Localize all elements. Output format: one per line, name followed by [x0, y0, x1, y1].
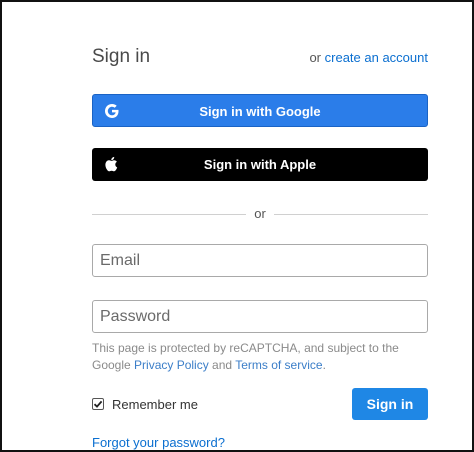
terms-of-service-link[interactable]: Terms of service: [235, 358, 322, 372]
remember-me-label: Remember me: [112, 396, 198, 412]
login-window: Sign in or create an account Sign in wit…: [0, 0, 474, 452]
remember-me-checkbox[interactable]: [92, 398, 104, 410]
signin-panel: Sign in or create an account Sign in wit…: [92, 2, 428, 450]
apple-logo-icon: [102, 155, 120, 173]
apple-signin-label: Sign in with Apple: [203, 157, 317, 172]
password-field[interactable]: [92, 300, 428, 333]
page-title: Sign in: [92, 46, 151, 67]
privacy-policy-link[interactable]: Privacy Policy: [134, 358, 209, 372]
divider-line-right: [274, 214, 428, 215]
recaptcha-notice: This page is protected by reCAPTCHA, and…: [92, 340, 428, 374]
create-account-prompt: or create an account: [309, 50, 428, 65]
notice-and: and: [208, 358, 236, 372]
or-divider: or: [92, 206, 428, 222]
forgot-password-link[interactable]: Forgot your password?: [92, 435, 225, 450]
google-signin-label: Sign in with Google: [199, 104, 321, 119]
notice-suffix: .: [322, 358, 326, 372]
google-g-icon: [103, 102, 121, 120]
remember-me-row: Remember me: [92, 396, 198, 412]
apple-signin-button[interactable]: Sign in with Apple: [92, 148, 428, 181]
signin-button[interactable]: Sign in: [352, 388, 428, 420]
email-field[interactable]: [92, 244, 428, 277]
create-account-link[interactable]: create an account: [325, 50, 428, 65]
or-text: or: [309, 50, 322, 65]
google-signin-button[interactable]: Sign in with Google: [92, 94, 428, 127]
signin-header: Sign in or create an account: [92, 46, 428, 68]
checkmark-icon: [93, 400, 103, 408]
